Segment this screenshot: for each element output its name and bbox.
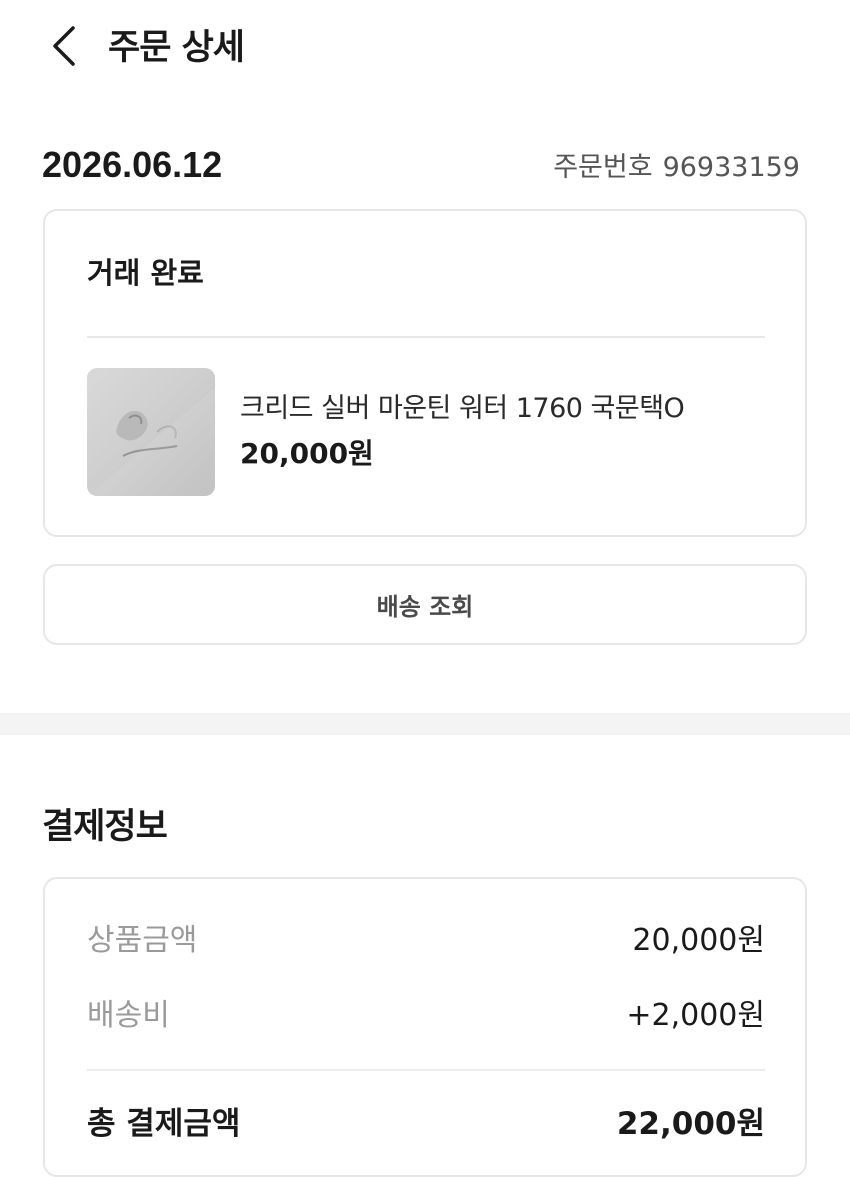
order-date: 2026.06.12 bbox=[42, 144, 223, 185]
payment-row-product: 상품금액 20,000원 bbox=[87, 921, 765, 961]
order-status: 거래 완료 bbox=[87, 256, 204, 290]
total-label: 총 결제금액 bbox=[87, 1106, 241, 1142]
back-button[interactable] bbox=[44, 24, 84, 68]
top-app-bar: 주문 상세 bbox=[0, 0, 850, 95]
order-number-value: 96933159 bbox=[662, 152, 800, 183]
payment-row-value: +2,000원 bbox=[626, 998, 765, 1033]
chevron-left-icon bbox=[53, 26, 75, 66]
track-delivery-button[interactable]: 배송 조회 bbox=[43, 564, 807, 645]
order-number-label: 주문번호 bbox=[553, 152, 653, 183]
divider bbox=[87, 1069, 765, 1071]
product-image bbox=[87, 388, 215, 496]
payment-info-title: 결제정보 bbox=[42, 807, 168, 847]
order-status-card: 거래 완료 크리드 실버 마운틴 워터 1760 국문택O 20,000원 bbox=[43, 209, 807, 537]
product-price: 20,000원 bbox=[240, 437, 374, 470]
product-thumbnail[interactable] bbox=[87, 368, 215, 496]
payment-info-card: 상품금액 20,000원 배송비 +2,000원 총 결제금액 22,000원 bbox=[43, 877, 807, 1177]
order-number: 주문번호 96933159 bbox=[553, 150, 800, 186]
payment-row-label: 상품금액 bbox=[87, 923, 198, 958]
page-title: 주문 상세 bbox=[108, 28, 245, 68]
divider bbox=[87, 336, 765, 338]
payment-row-value: 20,000원 bbox=[632, 923, 765, 958]
total-value: 22,000원 bbox=[616, 1106, 765, 1142]
payment-row-total: 총 결제금액 22,000원 bbox=[87, 1104, 765, 1144]
payment-row-shipping: 배송비 +2,000원 bbox=[87, 996, 765, 1036]
payment-row-label: 배송비 bbox=[87, 998, 170, 1033]
product-name[interactable]: 크리드 실버 마운틴 워터 1760 국문택O bbox=[240, 391, 685, 427]
section-divider bbox=[0, 713, 850, 735]
